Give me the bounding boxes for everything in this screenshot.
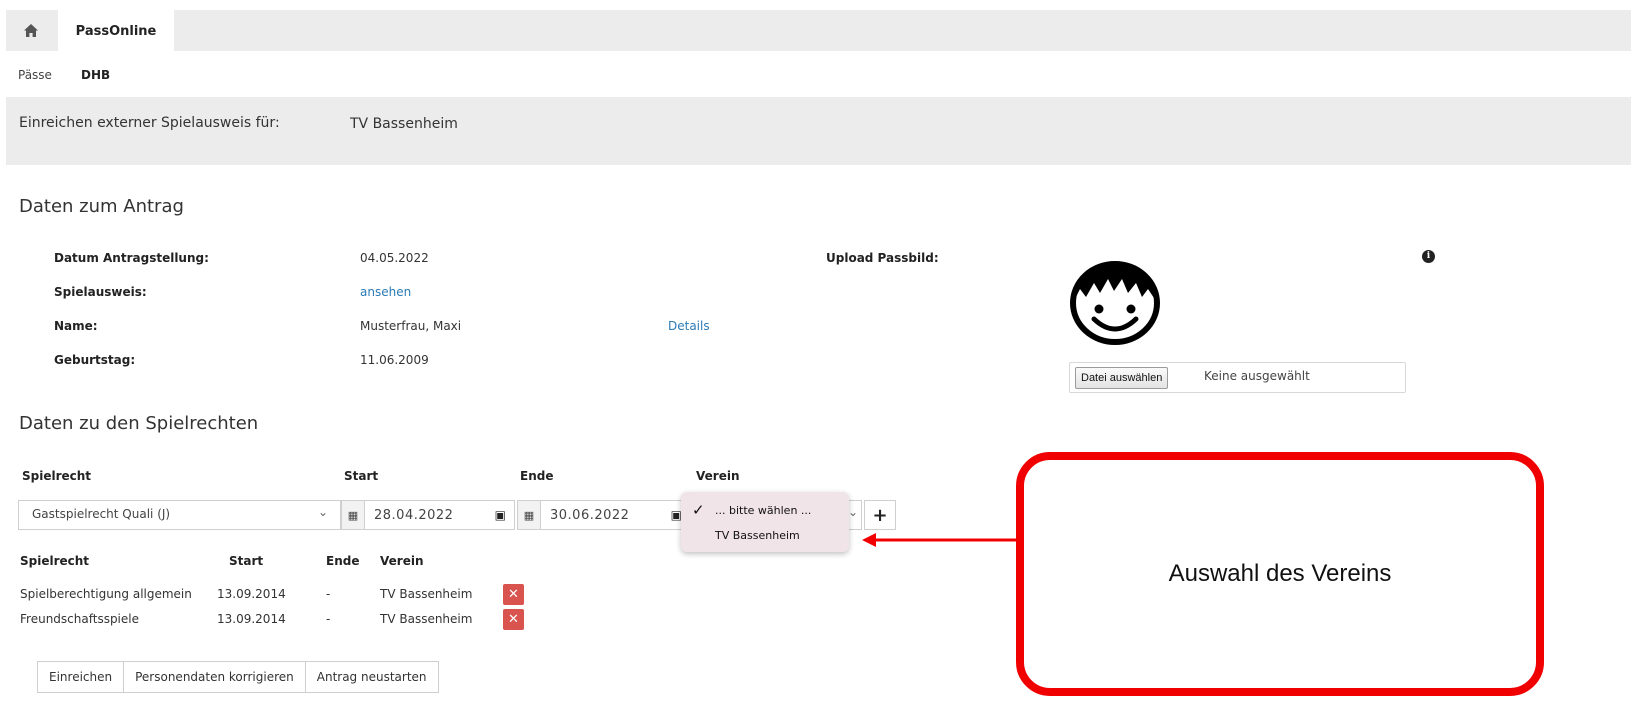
spielausweis-label: Spielausweis: xyxy=(54,285,147,299)
spielrecht-select-value: Gastspielrecht Quali (J) xyxy=(32,507,171,521)
checkmark-icon: ✓ xyxy=(692,501,705,519)
name-value: Musterfrau, Maxi xyxy=(360,319,462,333)
info-band xyxy=(6,97,1631,165)
table-cell-ende: - xyxy=(326,612,331,626)
start-date-field[interactable]: ▦ 28.04.2022 ▣ xyxy=(341,500,515,530)
section-title-antrag: Daten zum Antrag xyxy=(19,196,184,217)
submit-for-label: Einreichen externer Spielausweis für: xyxy=(19,115,280,131)
table-cell-verein: TV Bassenheim xyxy=(380,612,473,626)
end-date-field[interactable]: ▦ 30.06.2022 ▣ xyxy=(517,500,691,530)
correct-person-data-button[interactable]: Personendaten korrigieren xyxy=(124,662,306,692)
add-spielrecht-button[interactable]: + xyxy=(864,500,896,530)
date-picker-icon[interactable]: ▣ xyxy=(495,508,506,522)
verein-option-placeholder[interactable]: ... bitte wählen ... xyxy=(715,504,811,517)
table-header-verein: Verein xyxy=(380,554,424,568)
chevron-down-icon: ⌄ xyxy=(848,505,859,519)
top-tab-bar xyxy=(6,10,1631,51)
geburtstag-value: 11.06.2009 xyxy=(360,353,429,367)
spielausweis-view-link[interactable]: ansehen xyxy=(360,285,411,299)
callout-arrow xyxy=(862,533,1018,547)
datum-value: 04.05.2022 xyxy=(360,251,429,265)
table-header-start: Start xyxy=(229,554,264,568)
callout-box: Auswahl des Vereins xyxy=(1016,452,1544,696)
tab-passonline[interactable]: PassOnline xyxy=(58,10,174,52)
upload-passbild-label: Upload Passbild: xyxy=(826,251,939,265)
datum-label: Datum Antragstellung: xyxy=(54,251,209,265)
table-header-ende: Ende xyxy=(326,554,360,568)
table-cell-spielrecht: Freundschaftsspiele xyxy=(20,612,139,626)
breadcrumb-dhb: DHB xyxy=(81,68,111,82)
home-tab[interactable] xyxy=(6,10,56,51)
club-name: TV Bassenheim xyxy=(350,116,458,132)
submit-button[interactable]: Einreichen xyxy=(38,662,125,692)
avatar-placeholder-icon xyxy=(1070,261,1160,345)
calendar-icon: ▦ xyxy=(342,501,365,529)
callout-text: Auswahl des Vereins xyxy=(1168,560,1392,587)
form-header-verein: Verein xyxy=(696,469,740,483)
table-cell-start: 13.09.2014 xyxy=(217,612,286,626)
section-title-spielrechte: Daten zu den Spielrechten xyxy=(19,413,259,434)
action-button-group: Einreichen Personendaten korrigieren Ant… xyxy=(37,661,439,693)
name-label: Name: xyxy=(54,319,98,333)
verein-option-tv-bassenheim[interactable]: TV Bassenheim xyxy=(715,529,800,542)
table-header-spielrecht: Spielrecht xyxy=(20,554,90,568)
info-icon[interactable]: i xyxy=(1422,250,1435,263)
table-cell-spielrecht: Spielberechtigung allgemein xyxy=(20,587,192,601)
home-icon xyxy=(24,24,38,37)
start-date-value: 28.04.2022 xyxy=(374,507,454,523)
form-header-spielrecht: Spielrecht xyxy=(22,469,92,483)
form-header-ende: Ende xyxy=(520,469,554,483)
calendar-icon: ▦ xyxy=(518,501,541,529)
choose-file-button[interactable]: Datei auswählen xyxy=(1075,367,1169,389)
delete-row-button[interactable]: ✕ xyxy=(503,584,524,605)
delete-row-button[interactable]: ✕ xyxy=(503,609,524,630)
table-cell-ende: - xyxy=(326,587,331,601)
form-header-start: Start xyxy=(344,469,379,483)
breadcrumb-paesse[interactable]: Pässe xyxy=(18,68,52,82)
chevron-down-icon: ⌄ xyxy=(318,505,329,519)
details-link[interactable]: Details xyxy=(668,319,710,333)
end-date-value: 30.06.2022 xyxy=(550,507,630,523)
table-cell-start: 13.09.2014 xyxy=(217,587,286,601)
geburtstag-label: Geburtstag: xyxy=(54,353,136,367)
verein-dropdown-menu xyxy=(681,492,849,552)
file-status-text: Keine ausgewählt xyxy=(1204,369,1310,383)
table-cell-verein: TV Bassenheim xyxy=(380,587,473,601)
restart-application-button[interactable]: Antrag neustarten xyxy=(306,662,438,692)
